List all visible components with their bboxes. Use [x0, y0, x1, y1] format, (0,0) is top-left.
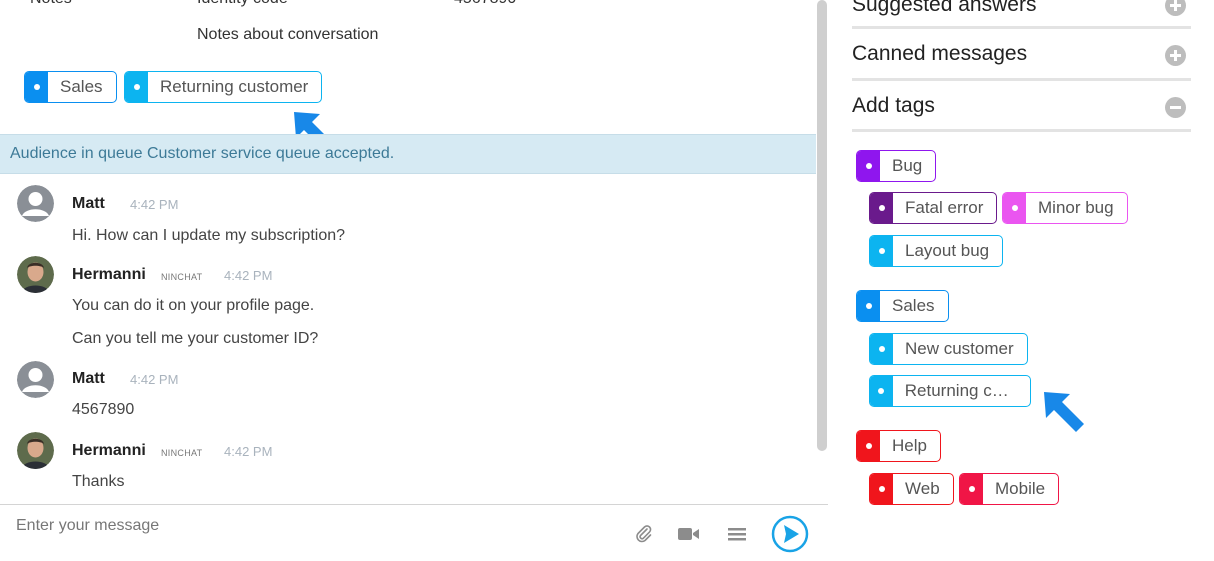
message-author: Matt	[72, 195, 105, 212]
message-input[interactable]	[16, 513, 576, 539]
tag-swatch	[870, 236, 893, 266]
identity-code-value: 4567890	[454, 0, 516, 8]
tag-swatch	[25, 72, 48, 102]
send-icon[interactable]	[771, 515, 809, 553]
conversation-tag-returning-customer[interactable]: Returning customer	[124, 71, 323, 103]
default-avatar-icon	[17, 361, 54, 398]
tag-web[interactable]: Web	[869, 473, 954, 505]
tag-label: Help	[892, 436, 927, 455]
menu-icon[interactable]	[727, 524, 747, 544]
tag-swatch	[857, 151, 880, 181]
tag-label: Sales	[892, 296, 935, 315]
message-text: 4567890	[72, 401, 135, 418]
message-author: Hermanni	[72, 266, 146, 283]
tag-swatch	[870, 334, 893, 364]
tag-fatal-error[interactable]: Fatal error	[869, 192, 998, 224]
tag-swatch	[1003, 193, 1026, 223]
notes-text: Notes about conversation	[197, 26, 379, 43]
tag-label: Returning cu…	[904, 381, 1019, 400]
message-author: Hermanni	[72, 442, 146, 459]
tag-label: Sales	[60, 77, 103, 96]
section-divider	[852, 26, 1191, 29]
tag-label: New customer	[905, 339, 1014, 358]
message-text: Can you tell me your customer ID?	[72, 330, 319, 347]
expand-plus-icon[interactable]	[1165, 45, 1186, 66]
tag-swatch	[125, 72, 148, 102]
tag-new-customer[interactable]: New customer	[869, 333, 1028, 365]
pointer-arrow-icon	[1044, 392, 1084, 432]
identity-code-label: Identity code	[197, 0, 288, 8]
tag-mobile[interactable]: Mobile	[959, 473, 1060, 505]
chat-scrollbar[interactable]	[817, 0, 827, 451]
tag-label: Web	[905, 479, 940, 498]
tag-swatch	[870, 376, 893, 406]
tag-label: Minor bug	[1038, 198, 1114, 217]
tag-swatch	[857, 431, 880, 461]
conversation-tag-sales[interactable]: Sales	[24, 71, 117, 103]
collapse-minus-icon[interactable]	[1165, 97, 1186, 118]
expand-plus-icon[interactable]	[1165, 0, 1186, 16]
message-time: 4:42 PM	[130, 372, 179, 387]
photo-avatar-icon	[17, 432, 54, 469]
photo-avatar-icon	[17, 256, 54, 293]
section-divider	[852, 78, 1191, 81]
chat-panel: Notes Identity code 4567890 Notes about …	[0, 0, 828, 561]
section-divider	[852, 129, 1191, 132]
tag-returning-customer[interactable]: Returning cu…	[869, 375, 1031, 407]
message-time: 4:42 PM	[130, 197, 179, 212]
tag-swatch	[857, 291, 880, 321]
message-text: You can do it on your profile page.	[72, 297, 315, 314]
tag-label: Fatal error	[905, 198, 984, 217]
tools-sidebar: Suggested answers Canned messages Add ta…	[836, 0, 1214, 561]
paperclip-icon[interactable]	[634, 524, 654, 544]
tag-label: Returning customer	[160, 77, 309, 96]
tag-layout-bug[interactable]: Layout bug	[869, 235, 1004, 267]
section-title-add-tags[interactable]: Add tags	[852, 94, 935, 118]
tag-swatch	[960, 474, 983, 504]
tag-swatch	[870, 474, 893, 504]
message-text: Thanks	[72, 473, 125, 490]
default-avatar-icon	[17, 185, 54, 222]
tag-label: Layout bug	[905, 241, 990, 260]
agent-badge: NINCHAT	[161, 448, 203, 458]
notes-label: Notes	[30, 0, 72, 8]
agent-badge: NINCHAT	[161, 272, 203, 282]
tag-sales[interactable]: Sales	[856, 290, 949, 322]
tag-bug[interactable]: Bug	[856, 150, 937, 182]
tag-label: Bug	[892, 156, 923, 175]
message-time: 4:42 PM	[224, 444, 273, 459]
section-title-suggested-answers[interactable]: Suggested answers	[852, 0, 1036, 17]
message-composer	[0, 504, 828, 561]
message-author: Matt	[72, 370, 105, 387]
video-camera-icon[interactable]	[677, 524, 701, 544]
tag-swatch	[870, 193, 893, 223]
tag-minor-bug[interactable]: Minor bug	[1002, 192, 1128, 224]
section-title-canned-messages[interactable]: Canned messages	[852, 42, 1027, 66]
message-time: 4:42 PM	[224, 268, 273, 283]
queue-accepted-banner: Audience in queue Customer service queue…	[0, 134, 816, 174]
tag-label: Mobile	[995, 479, 1046, 498]
tag-help[interactable]: Help	[856, 430, 941, 462]
message-text: Hi. How can I update my subscription?	[72, 227, 346, 244]
